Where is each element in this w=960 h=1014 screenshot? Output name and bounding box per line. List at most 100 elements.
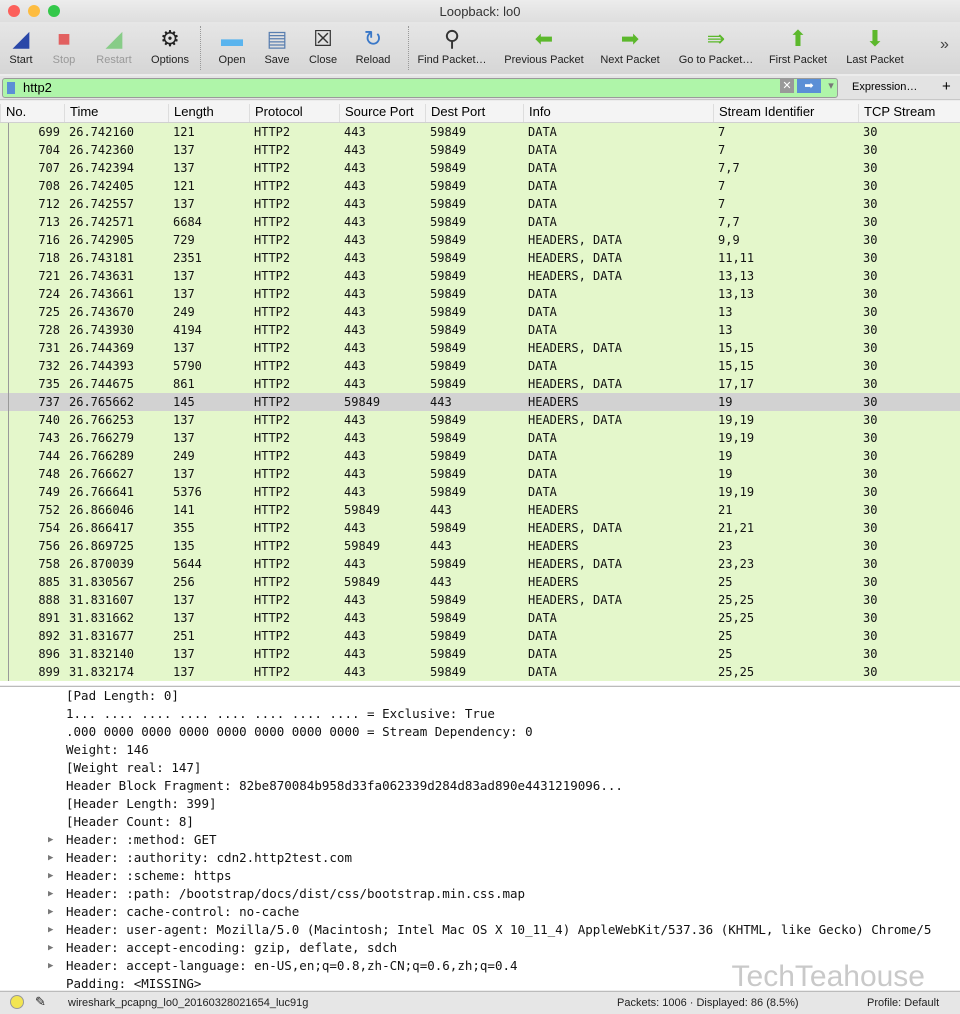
packet-row[interactable]: 754 26.866417 355 HTTP2 443 59849 HEADERS, DAT… <box>0 519 960 537</box>
cell-protocol: HTTP2 <box>254 431 291 445</box>
cell-time: 26.744393 <box>69 359 135 373</box>
toolbar-button-go-to-packet[interactable]: ⇛ Go to Packet… <box>676 24 756 66</box>
packet-row[interactable]: 892 31.831677 251 HTTP2 443 59849 DATA 25 30 <box>0 627 960 645</box>
column-header-no[interactable]: No. <box>0 104 26 122</box>
column-header-dest-port[interactable]: Dest Port <box>425 104 485 122</box>
packet-row[interactable]: 707 26.742394 137 HTTP2 443 59849 DATA 7,7 30 <box>0 159 960 177</box>
profile-label[interactable]: Profile: Default <box>867 997 939 1009</box>
column-header-tcp-stream[interactable]: TCP Stream <box>858 104 935 122</box>
expand-triangle-icon[interactable]: ▶ <box>48 849 53 867</box>
packet-row[interactable]: 758 26.870039 5644 HTTP2 443 59849 HEADERS, DA… <box>0 555 960 573</box>
packet-row[interactable]: 732 26.744393 5790 HTTP2 443 59849 DATA 15,15 30 <box>0 357 960 375</box>
column-header-length[interactable]: Length <box>168 104 214 122</box>
display-filter-input[interactable]: http2 <box>2 78 838 98</box>
packet-details[interactable]: [Pad Length: 0] 1... .... .... .... .... … <box>0 686 960 990</box>
toolbar-button-restart[interactable]: ◢ Restart <box>92 24 136 66</box>
filter-history-chevron-icon[interactable]: ▾ <box>826 79 836 93</box>
cell-info: DATA <box>528 467 557 481</box>
toolbar-button-reload[interactable]: ↻ Reload <box>352 24 394 66</box>
packet-row[interactable]: 708 26.742405 121 HTTP2 443 59849 DATA 7 30 <box>0 177 960 195</box>
gear-icon: ⚙ <box>160 26 180 51</box>
capture-comment-icon[interactable]: ✎ <box>35 994 46 1010</box>
expand-triangle-icon[interactable]: ▶ <box>48 957 53 975</box>
cell-no: 699 <box>38 125 60 139</box>
packet-row[interactable]: 718 26.743181 2351 HTTP2 443 59849 HEADERS, DA… <box>0 249 960 267</box>
bookmark-icon[interactable] <box>7 82 15 94</box>
expand-triangle-icon[interactable]: ▶ <box>48 903 53 921</box>
toolbar-separator <box>200 26 201 70</box>
cell-tcp-stream: 30 <box>863 233 878 247</box>
toolbar-button-find-packet[interactable]: ⚲ Find Packet… <box>417 24 487 66</box>
toolbar-button-next-packet[interactable]: ➡ Next Packet <box>598 24 662 66</box>
toolbar-button-start[interactable]: ◢ Start <box>4 24 38 66</box>
clear-filter-icon[interactable]: ✕ <box>780 79 794 93</box>
expression-button[interactable]: Expression… <box>852 81 917 93</box>
expert-info-icon[interactable] <box>10 995 24 1009</box>
packet-row[interactable]: 756 26.869725 135 HTTP2 59849 443 HEADERS 23 30 <box>0 537 960 555</box>
packet-row[interactable]: 899 31.832174 137 HTTP2 443 59849 DATA 25,25 30 <box>0 663 960 681</box>
packet-row[interactable]: 749 26.766641 5376 HTTP2 443 59849 DATA 19,19 30 <box>0 483 960 501</box>
detail-tree-item[interactable]: ▶ Header: :method: GET <box>0 831 960 849</box>
column-header-source-port[interactable]: Source Port <box>339 104 414 122</box>
column-header-time[interactable]: Time <box>64 104 98 122</box>
toolbar-button-first-packet[interactable]: ⬆ First Packet <box>765 24 831 66</box>
cell-time: 26.742905 <box>69 233 135 247</box>
packet-row[interactable]: 888 31.831607 137 HTTP2 443 59849 HEADERS, DAT… <box>0 591 960 609</box>
detail-tree-item[interactable]: ▶ Header: cache-control: no-cache <box>0 903 960 921</box>
cell-protocol: HTTP2 <box>254 197 291 211</box>
detail-tree-item[interactable]: ▶ Header: accept-encoding: gzip, deflate,… <box>0 939 960 957</box>
packet-row[interactable]: 885 31.830567 256 HTTP2 59849 443 HEADERS 25 30 <box>0 573 960 591</box>
apply-filter-icon[interactable]: ➡ <box>797 79 821 93</box>
packet-row[interactable]: 728 26.743930 4194 HTTP2 443 59849 DATA 13 30 <box>0 321 960 339</box>
packet-row[interactable]: 735 26.744675 861 HTTP2 443 59849 HEADERS, DAT… <box>0 375 960 393</box>
column-header-protocol[interactable]: Protocol <box>249 104 303 122</box>
toolbar-button-stop[interactable]: ■ Stop <box>48 24 80 66</box>
packet-row[interactable]: 716 26.742905 729 HTTP2 443 59849 HEADERS, DAT… <box>0 231 960 249</box>
packet-row[interactable]: 891 31.831662 137 HTTP2 443 59849 DATA 25,25 30 <box>0 609 960 627</box>
magnifier-icon: ⚲ <box>443 26 461 51</box>
column-header-stream-identifier[interactable]: Stream Identifier <box>713 104 814 122</box>
packet-row[interactable]: 743 26.766279 137 HTTP2 443 59849 DATA 19,19 30 <box>0 429 960 447</box>
toolbar-overflow-icon[interactable]: » <box>940 36 949 54</box>
add-filter-button[interactable]: + <box>942 78 951 95</box>
packet-row[interactable]: 712 26.742557 137 HTTP2 443 59849 DATA 7 30 <box>0 195 960 213</box>
detail-line: [Header Count: 8] <box>0 813 960 831</box>
cell-source-port: 443 <box>344 593 366 607</box>
expand-triangle-icon[interactable]: ▶ <box>48 831 53 849</box>
cell-no: 885 <box>38 575 60 589</box>
packet-row[interactable]: 713 26.742571 6684 HTTP2 443 59849 DATA 7,7 30 <box>0 213 960 231</box>
packet-list[interactable]: No. Time Length Protocol Source Port Dest Por… <box>0 101 960 685</box>
expand-triangle-icon[interactable]: ▶ <box>48 867 53 885</box>
packet-row[interactable]: 725 26.743670 249 HTTP2 443 59849 DATA 13 30 <box>0 303 960 321</box>
toolbar-button-close[interactable]: ☒ Close <box>306 24 340 66</box>
packet-row[interactable]: 737 26.765662 145 HTTP2 59849 443 HEADERS 19 30 <box>0 393 960 411</box>
column-header-info[interactable]: Info <box>523 104 551 122</box>
cell-length: 729 <box>173 233 195 247</box>
packet-row[interactable]: 704 26.742360 137 HTTP2 443 59849 DATA 7 30 <box>0 141 960 159</box>
cell-no: 758 <box>38 557 60 571</box>
packet-row[interactable]: 896 31.832140 137 HTTP2 443 59849 DATA 25 30 <box>0 645 960 663</box>
packet-row[interactable]: 731 26.744369 137 HTTP2 443 59849 HEADERS, DAT… <box>0 339 960 357</box>
packet-row[interactable]: 748 26.766627 137 HTTP2 443 59849 DATA 19 30 <box>0 465 960 483</box>
toolbar-button-options[interactable]: ⚙ Options <box>148 24 192 66</box>
packet-row[interactable]: 699 26.742160 121 HTTP2 443 59849 DATA 7 30 <box>0 123 960 141</box>
expand-triangle-icon[interactable]: ▶ <box>48 939 53 957</box>
packet-row[interactable]: 740 26.766253 137 HTTP2 443 59849 HEADERS, DAT… <box>0 411 960 429</box>
toolbar-button-open[interactable]: ▬ Open <box>214 24 250 66</box>
packet-row[interactable]: 724 26.743661 137 HTTP2 443 59849 DATA 13,13 30 <box>0 285 960 303</box>
toolbar-button-label: Find Packet… <box>417 54 487 66</box>
cell-info: HEADERS <box>528 575 579 589</box>
detail-tree-item[interactable]: ▶ Header: :scheme: https <box>0 867 960 885</box>
expand-triangle-icon[interactable]: ▶ <box>48 885 53 903</box>
toolbar-button-last-packet[interactable]: ⬇ Last Packet <box>843 24 907 66</box>
toolbar-button-save[interactable]: ▤ Save <box>261 24 293 66</box>
detail-tree-item[interactable]: ▶ Header: :authority: cdn2.http2test.com <box>0 849 960 867</box>
toolbar-button-previous-packet[interactable]: ⬅ Previous Packet <box>501 24 587 66</box>
expand-triangle-icon[interactable]: ▶ <box>48 921 53 939</box>
detail-tree-item[interactable]: ▶ Header: :path: /bootstrap/docs/dist/css… <box>0 885 960 903</box>
packet-row[interactable]: 721 26.743631 137 HTTP2 443 59849 HEADERS, DAT… <box>0 267 960 285</box>
detail-tree-item[interactable]: ▶ Header: user-agent: Mozilla/5.0 (Macint… <box>0 921 960 939</box>
packet-row[interactable]: 744 26.766289 249 HTTP2 443 59849 DATA 19 30 <box>0 447 960 465</box>
packet-row[interactable]: 752 26.866046 141 HTTP2 59849 443 HEADERS 21 30 <box>0 501 960 519</box>
cell-no: 896 <box>38 647 60 661</box>
